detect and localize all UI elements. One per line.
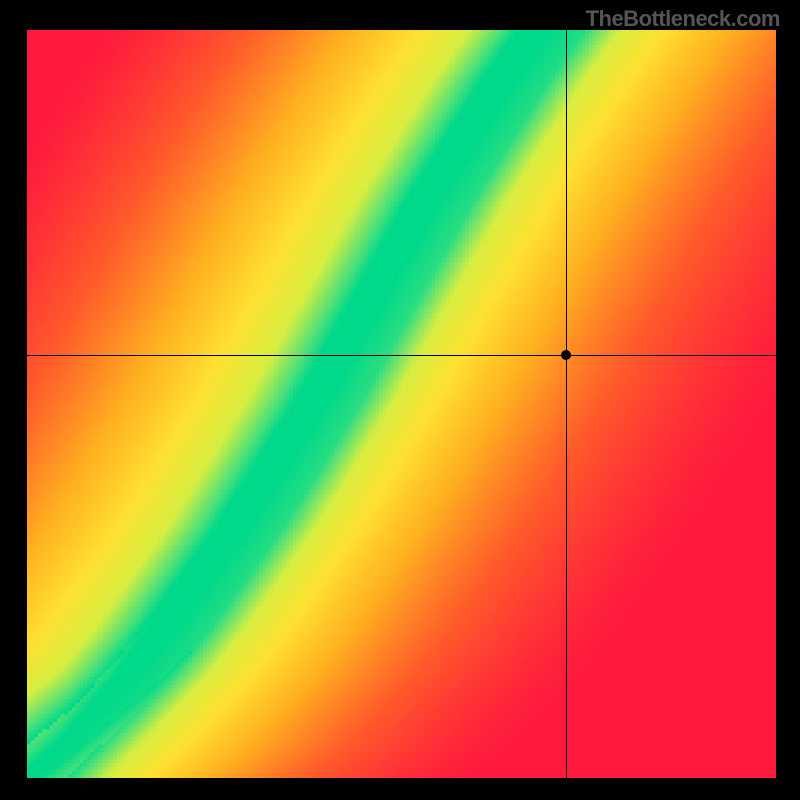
marker-dot — [561, 350, 571, 360]
chart-container: TheBottleneck.com — [0, 0, 800, 800]
heatmap-canvas — [27, 30, 776, 778]
crosshair-vertical — [566, 30, 567, 778]
watermark-text: TheBottleneck.com — [586, 6, 780, 32]
crosshair-horizontal — [27, 355, 776, 356]
